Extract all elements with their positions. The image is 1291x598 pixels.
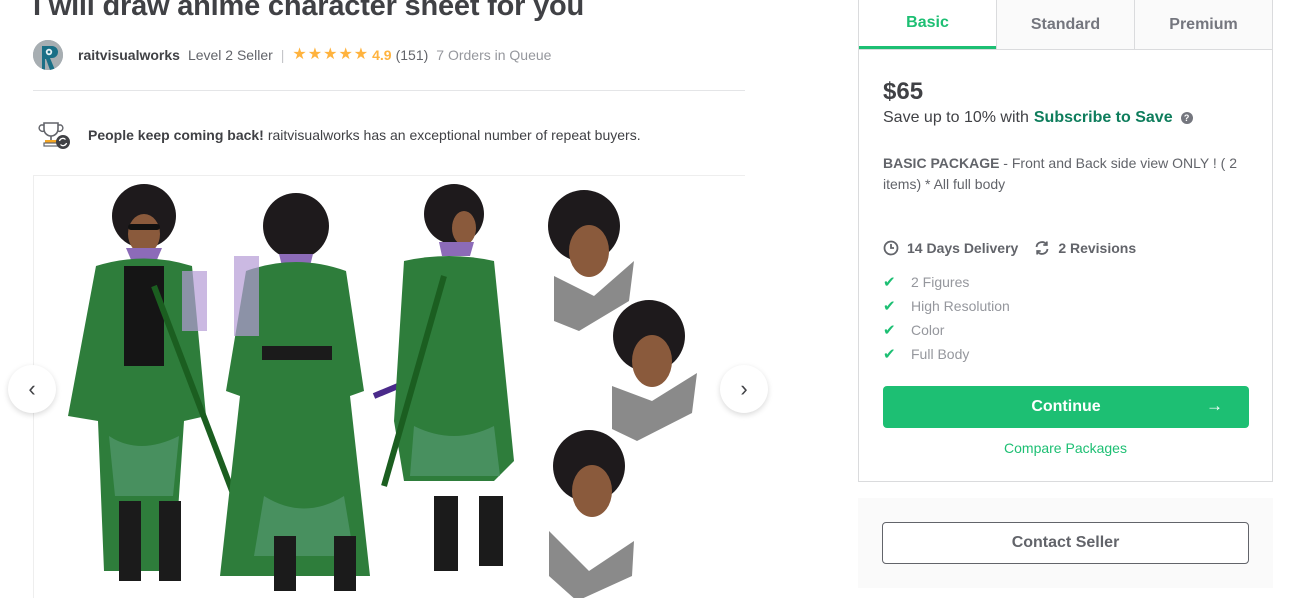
package-description-title: BASIC PACKAGE (883, 155, 1000, 171)
trophy-repeat-icon (38, 120, 72, 150)
feature-item: ✔ 2 Figures (883, 270, 1010, 294)
package-features: ✔ 2 Figures ✔ High Resolution ✔ Color ✔ … (883, 270, 1010, 366)
refresh-icon (1034, 240, 1050, 256)
seller-overview: raitvisualworks Level 2 Seller | ★ ★ ★ ★… (33, 40, 551, 70)
feature-label: Full Body (911, 346, 970, 362)
rating-score: 4.9 (372, 47, 392, 63)
divider (33, 90, 745, 91)
star-icon: ★ (353, 46, 369, 63)
tab-basic[interactable]: Basic (859, 0, 996, 49)
character-sheet-image (68, 184, 697, 598)
revisions: 2 Revisions (1034, 240, 1136, 256)
face-expression-2 (612, 300, 697, 441)
delivery-label: 14 Days Delivery (907, 240, 1019, 256)
feature-label: High Resolution (911, 298, 1010, 314)
contact-seller-button[interactable]: Contact Seller (882, 522, 1249, 564)
feature-item: ✔ Color (883, 318, 1010, 342)
subscribe-to-save-link[interactable]: Subscribe to Save (1034, 109, 1173, 127)
continue-label: Continue (1031, 398, 1101, 415)
rating-count-link[interactable]: (151) (396, 47, 429, 63)
chevron-right-icon: › (740, 376, 748, 401)
highlight-text: raitvisualworks has an exceptional numbe… (267, 127, 641, 143)
continue-button[interactable]: Continue → (883, 386, 1249, 428)
delivery-time: 14 Days Delivery (883, 240, 1018, 256)
arrow-right-icon: → (1206, 396, 1223, 415)
star-icon: ★ (323, 46, 338, 63)
feature-item: ✔ High Resolution (883, 294, 1010, 318)
revisions-label: 2 Revisions (1058, 240, 1137, 256)
package-tabs: Basic Standard Premium (859, 0, 1272, 50)
save-text: Save up to 10% with (883, 109, 1029, 126)
feature-label: 2 Figures (911, 274, 970, 290)
gig-gallery (33, 175, 745, 598)
compare-packages-link[interactable]: Compare Packages (859, 440, 1272, 456)
orders-in-queue: 7 Orders in Queue (436, 47, 552, 63)
star-icon: ★ (292, 46, 307, 63)
repeat-buyers-highlight: People keep coming back! raitvisualworks… (38, 120, 641, 150)
package-meta: 14 Days Delivery 2 Revisions (883, 240, 1152, 256)
figure-side (381, 184, 514, 571)
highlight-title: People keep coming back! (88, 127, 264, 143)
package-description: BASIC PACKAGE - Front and Back side view… (883, 153, 1253, 195)
avatar-r-logo-icon (33, 40, 63, 70)
seller-level: Level 2 Seller (187, 47, 273, 63)
star-icon: ★ (307, 46, 323, 63)
check-icon: ✔ (883, 346, 896, 363)
gig-title: I will draw anime character sheet for yo… (33, 0, 585, 22)
chevron-left-icon: ‹ (28, 376, 36, 401)
seller-avatar[interactable] (33, 40, 63, 70)
face-expression-3 (549, 430, 634, 598)
feature-item: ✔ Full Body (883, 342, 1010, 366)
tab-standard[interactable]: Standard (996, 0, 1134, 49)
feature-label: Color (911, 322, 945, 338)
gallery-prev-button[interactable]: ‹ (8, 365, 56, 413)
check-icon: ✔ (883, 298, 896, 315)
packages-panel: Basic Standard Premium $65 Save up to 10… (858, 0, 1273, 482)
subscribe-save-row: Save up to 10% with Subscribe to Save ? (883, 109, 1193, 127)
divider: | (280, 47, 285, 63)
figure-front (68, 184, 237, 581)
check-icon: ✔ (883, 274, 896, 291)
star-icon: ★ (338, 46, 353, 63)
face-expression-1 (548, 190, 634, 331)
tab-premium[interactable]: Premium (1134, 0, 1272, 49)
help-icon[interactable]: ? (1180, 112, 1193, 124)
clock-icon (883, 240, 899, 256)
star-rating: ★ ★ ★ ★ ★ (292, 47, 368, 63)
check-icon: ✔ (883, 322, 896, 339)
package-price: $65 (883, 78, 924, 105)
gallery-next-button[interactable]: › (720, 365, 768, 413)
seller-name-link[interactable]: raitvisualworks (78, 47, 180, 63)
contact-seller-section: Contact Seller (858, 498, 1273, 588)
